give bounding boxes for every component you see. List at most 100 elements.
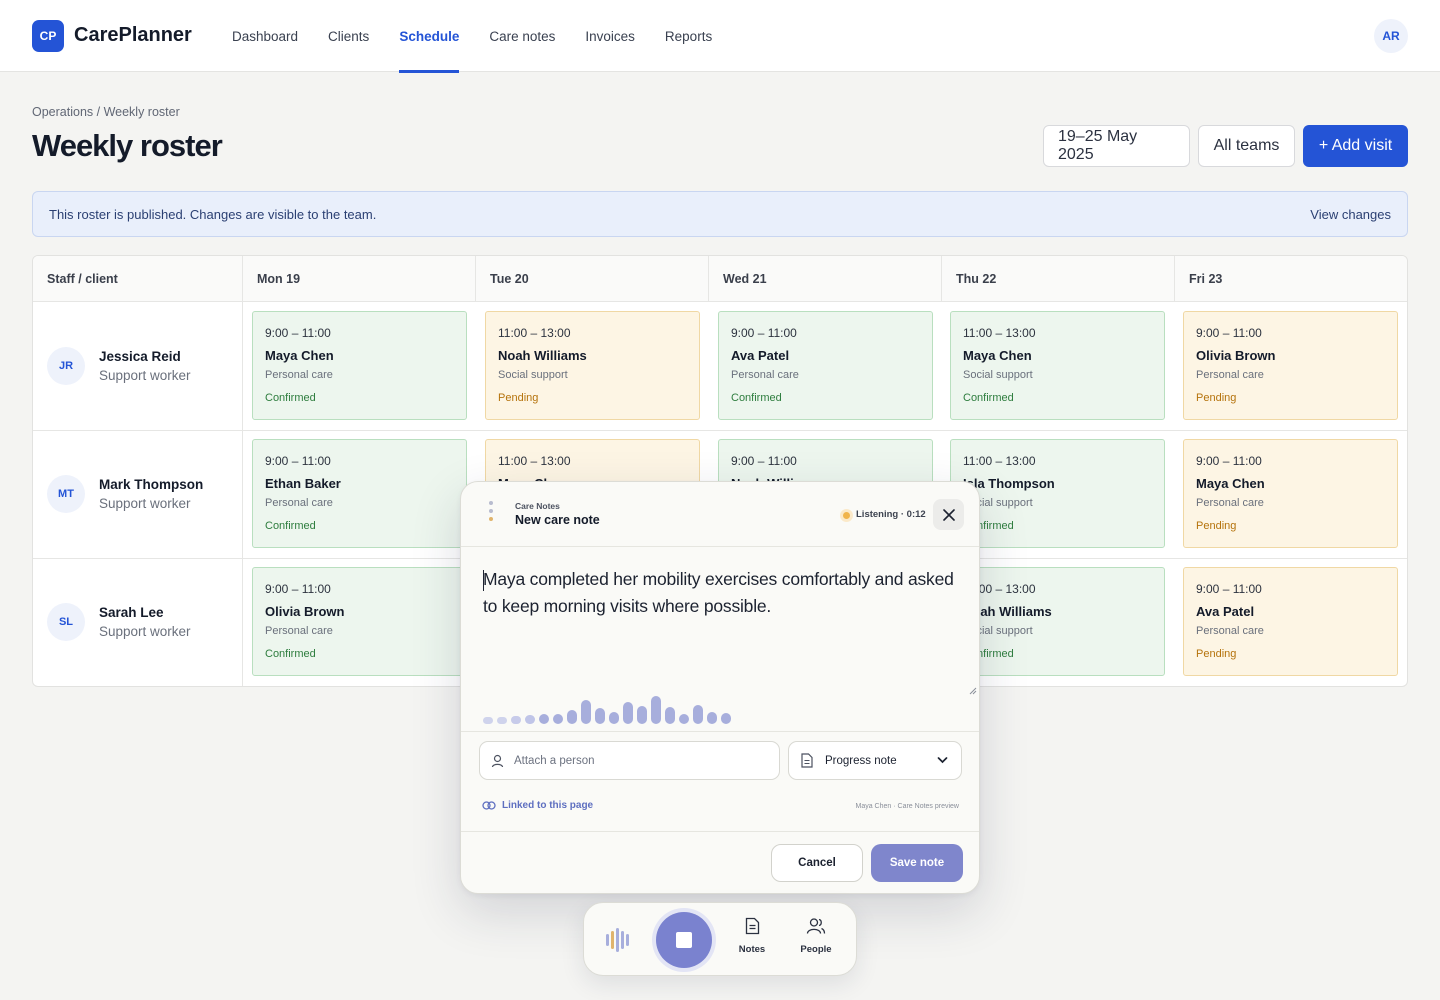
- close-button[interactable]: [933, 499, 964, 530]
- audio-waveform: [483, 694, 743, 724]
- staff-cell[interactable]: MT Mark Thompson Support worker: [33, 430, 243, 558]
- linked-page-label: Linked to this page: [502, 800, 594, 811]
- people-icon: [806, 918, 826, 934]
- published-banner: This roster is published. Changes are vi…: [32, 191, 1408, 237]
- modal-kicker: Care Notes: [515, 501, 560, 511]
- cancel-button[interactable]: Cancel: [771, 844, 863, 882]
- visit-status: Pending: [1196, 648, 1237, 660]
- listening-status: Listening · 0:12: [856, 509, 926, 520]
- wave-bar: [623, 702, 633, 724]
- drag-handle-icon[interactable]: [489, 501, 493, 529]
- dock-notes-label: Notes: [738, 944, 766, 955]
- staff-avatar: JR: [47, 347, 85, 385]
- staff-avatar: MT: [47, 475, 85, 513]
- nav-schedule[interactable]: Schedule: [399, 0, 460, 73]
- save-note-button[interactable]: Save note: [871, 844, 963, 882]
- wave-bar: [553, 714, 563, 724]
- team-filter-button[interactable]: All teams: [1198, 125, 1295, 167]
- linked-page-link[interactable]: Linked to this page: [482, 800, 593, 811]
- wave-bar: [581, 700, 591, 724]
- visit-time: 9:00 – 11:00: [731, 326, 797, 340]
- logo[interactable]: CP: [32, 20, 64, 52]
- brand-name[interactable]: CarePlanner: [74, 24, 192, 47]
- nav-clients[interactable]: Clients: [328, 0, 369, 72]
- visit-status: Confirmed: [731, 392, 782, 404]
- staff-cell[interactable]: JR Jessica Reid Support worker: [33, 302, 243, 430]
- note-transcript[interactable]: Maya completed her mobility exercises co…: [483, 566, 963, 620]
- visit-time: 9:00 – 11:00: [1196, 582, 1262, 596]
- visit-time: 9:00 – 11:00: [1196, 454, 1262, 468]
- staff-role: Support worker: [99, 368, 191, 383]
- wave-bar: [595, 708, 605, 724]
- visit-type: Personal care: [265, 369, 333, 381]
- note-type-select[interactable]: Progress note: [788, 741, 962, 780]
- visit-status: Confirmed: [265, 520, 316, 532]
- column-header-staff: Staff / client: [33, 256, 243, 302]
- visit-type: Personal care: [265, 497, 333, 509]
- staff-role: Support worker: [99, 624, 191, 639]
- user-avatar[interactable]: AR: [1374, 19, 1408, 53]
- visit-card[interactable]: 9:00 – 11:00 Ava Patel Personal care Con…: [718, 311, 933, 420]
- nav-dashboard[interactable]: Dashboard: [232, 0, 298, 72]
- chevron-down-icon: [937, 757, 948, 764]
- visit-status: Pending: [1196, 392, 1237, 404]
- staff-name: Mark Thompson: [99, 477, 204, 492]
- visit-card[interactable]: 9:00 – 11:00 Ethan Baker Personal care C…: [252, 439, 467, 548]
- top-bar: CP CarePlanner Dashboard Clients Schedul…: [0, 0, 1440, 73]
- column-header-day: Mon 19: [243, 256, 476, 302]
- staff-cell[interactable]: SL Sarah Lee Support worker: [33, 558, 243, 686]
- visit-card[interactable]: 11:00 – 13:00 Isla Thompson Social suppo…: [950, 439, 1165, 548]
- wave-bar: [497, 717, 507, 724]
- visit-card[interactable]: 9:00 – 11:00 Maya Chen Personal care Con…: [252, 311, 467, 420]
- notes-icon: [745, 917, 759, 935]
- visit-card[interactable]: 11:00 – 13:00 Noah Williams Social suppo…: [950, 567, 1165, 676]
- banner-text: This roster is published. Changes are vi…: [49, 207, 377, 222]
- visit-time: 9:00 – 11:00: [265, 582, 331, 596]
- attach-person-placeholder: Attach a person: [514, 755, 595, 767]
- visit-client: Maya Chen: [963, 348, 1032, 363]
- wave-bar: [609, 712, 619, 724]
- visit-card[interactable]: 9:00 – 11:00 Ava Patel Personal care Pen…: [1183, 567, 1398, 676]
- dock-notes-button[interactable]: Notes: [729, 917, 775, 955]
- visit-card[interactable]: 9:00 – 11:00 Olivia Brown Personal care …: [1183, 311, 1398, 420]
- visit-card[interactable]: 9:00 – 11:00 Olivia Brown Personal care …: [252, 567, 467, 676]
- dock-people-button[interactable]: People: [793, 917, 839, 955]
- listening-indicator-icon: [843, 512, 850, 519]
- visit-card[interactable]: 11:00 – 13:00 Noah Williams Social suppo…: [485, 311, 700, 420]
- staff-name: Sarah Lee: [99, 605, 164, 620]
- visit-time: 11:00 – 13:00: [498, 454, 571, 468]
- wave-bar: [693, 705, 703, 724]
- page-title: Weekly roster: [32, 128, 223, 163]
- nav-invoices[interactable]: Invoices: [585, 0, 635, 72]
- visit-status: Pending: [1196, 520, 1237, 532]
- date-range-button[interactable]: 19–25 May 2025: [1043, 125, 1190, 167]
- wave-bar: [679, 714, 689, 724]
- add-visit-button[interactable]: + Add visit: [1303, 125, 1408, 167]
- staff-role: Support worker: [99, 496, 191, 511]
- visit-status: Confirmed: [963, 392, 1014, 404]
- visit-type: Social support: [963, 369, 1033, 381]
- attach-person-input[interactable]: Attach a person: [479, 741, 780, 780]
- wave-bar: [511, 716, 521, 724]
- view-changes-link[interactable]: View changes: [1310, 207, 1391, 222]
- visit-client: Noah Williams: [498, 348, 587, 363]
- nav-care-notes[interactable]: Care notes: [489, 0, 555, 72]
- stop-recording-button[interactable]: [656, 912, 712, 968]
- visit-client: Ava Patel: [1196, 604, 1255, 619]
- visit-status: Confirmed: [265, 392, 316, 404]
- visit-time: 9:00 – 11:00: [265, 454, 331, 468]
- nav-reports[interactable]: Reports: [665, 0, 712, 72]
- voice-dock: Notes People: [583, 902, 857, 976]
- dock-people-label: People: [800, 944, 832, 955]
- visit-type: Personal care: [1196, 369, 1264, 381]
- waveform-icon[interactable]: [606, 928, 632, 952]
- wave-bar: [665, 707, 675, 724]
- care-note-modal: Care Notes New care note Listening · 0:1…: [460, 481, 980, 894]
- wave-bar: [707, 712, 717, 724]
- visit-type: Personal care: [265, 625, 333, 637]
- visit-card[interactable]: 11:00 – 13:00 Maya Chen Social support C…: [950, 311, 1165, 420]
- resize-handle-icon[interactable]: [969, 687, 977, 695]
- visit-card[interactable]: 9:00 – 11:00 Maya Chen Personal care Pen…: [1183, 439, 1398, 548]
- visit-time: 11:00 – 13:00: [963, 454, 1036, 468]
- modal-title: New care note: [515, 513, 600, 527]
